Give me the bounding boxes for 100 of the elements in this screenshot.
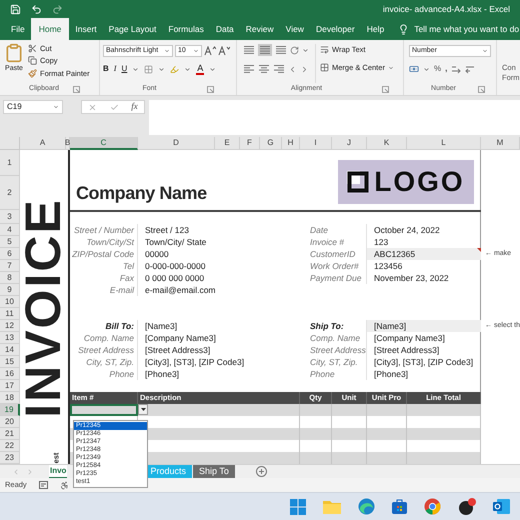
currency-icon[interactable]: [409, 64, 419, 74]
caret-icon[interactable]: [209, 66, 216, 72]
ribbon-tab[interactable]: Home: [30, 18, 70, 40]
column-header[interactable]: H: [282, 137, 300, 150]
column-header[interactable]: D: [138, 137, 215, 150]
align-bottom-icon[interactable]: [275, 45, 287, 55]
macro-record-icon[interactable]: [38, 481, 48, 489]
cancel-icon[interactable]: [88, 102, 98, 112]
dialog-launcher-icon[interactable]: [382, 86, 390, 92]
next-sheet-icon[interactable]: [26, 468, 34, 476]
ribbon-tab[interactable]: Insert: [69, 18, 103, 40]
orientation-icon[interactable]: [290, 46, 299, 54]
align-right-icon[interactable]: [273, 64, 285, 74]
row-header[interactable]: 16: [0, 368, 20, 380]
row-header[interactable]: 2: [0, 176, 20, 210]
percent-button[interactable]: %: [434, 63, 442, 75]
row-header[interactable]: 7: [0, 260, 20, 272]
ribbon-tab[interactable]: View: [280, 18, 310, 40]
sheet-tab[interactable]: Invo: [49, 464, 68, 478]
ribbon-tab[interactable]: Review: [240, 18, 280, 40]
decrease-decimal-icon[interactable]: [465, 64, 476, 74]
row-header[interactable]: 21: [0, 428, 20, 440]
add-sheet-icon[interactable]: [256, 466, 267, 477]
row-header[interactable]: 15: [0, 356, 20, 368]
column-header[interactable]: E: [215, 137, 240, 150]
caret-icon[interactable]: [132, 66, 140, 72]
column-header[interactable]: M: [481, 137, 520, 150]
row-header[interactable]: 23: [0, 452, 20, 464]
column-header[interactable]: I: [300, 137, 332, 150]
caret-icon[interactable]: [158, 66, 166, 72]
comma-button[interactable]: ,: [445, 63, 448, 75]
row-header[interactable]: 8: [0, 272, 20, 284]
align-top-icon[interactable]: [243, 45, 255, 55]
column-header[interactable]: A: [20, 137, 66, 150]
row-header[interactable]: 19: [0, 404, 20, 416]
caret-icon[interactable]: [184, 66, 192, 72]
caret-icon[interactable]: [423, 66, 430, 72]
selected-cell[interactable]: [70, 404, 138, 416]
ribbon-tab[interactable]: File: [5, 18, 31, 40]
row-header[interactable]: 18: [0, 392, 20, 404]
increase-decimal-icon[interactable]: [451, 64, 462, 74]
windows-logo-icon[interactable]: [290, 498, 306, 514]
shrink-font-icon[interactable]: [218, 46, 230, 56]
row-header[interactable]: 12: [0, 320, 20, 332]
ribbon-tab[interactable]: Help: [360, 18, 390, 40]
browser-wave-icon[interactable]: [358, 498, 375, 515]
cell-dropdown-button[interactable]: [138, 404, 148, 415]
column-header[interactable]: L: [407, 137, 481, 150]
ribbon-tab[interactable]: Data: [210, 18, 240, 40]
redo-icon[interactable]: [52, 4, 63, 14]
align-left-icon[interactable]: [243, 64, 255, 74]
row-header[interactable]: 13: [0, 332, 20, 344]
column-header[interactable]: C: [70, 137, 138, 150]
undo-icon[interactable]: [31, 4, 42, 14]
row-header[interactable]: 6: [0, 248, 20, 260]
row-header[interactable]: 22: [0, 440, 20, 452]
column-header[interactable]: K: [367, 137, 407, 150]
row-header[interactable]: 1: [0, 150, 20, 176]
ribbon-tab[interactable]: Page Layout: [102, 18, 162, 40]
insert-function-button[interactable]: fx: [131, 100, 138, 114]
caret-icon[interactable]: [302, 46, 309, 54]
dialog-launcher-icon[interactable]: [206, 86, 214, 92]
borders-icon[interactable]: [144, 64, 154, 74]
ribbon-tab[interactable]: Formulas: [162, 18, 210, 40]
column-header[interactable]: J: [332, 137, 367, 150]
bold-button[interactable]: B: [103, 63, 109, 75]
dialog-launcher-icon[interactable]: [72, 86, 80, 92]
decrease-indent-icon[interactable]: [288, 64, 297, 74]
row-header[interactable]: 20: [0, 416, 20, 428]
align-middle-icon[interactable]: [259, 45, 271, 55]
increase-indent-icon[interactable]: [300, 64, 309, 74]
store-bag-icon[interactable]: [392, 499, 407, 514]
save-icon[interactable]: [10, 4, 21, 14]
row-header[interactable]: 14: [0, 344, 20, 356]
app-badge-icon[interactable]: [458, 498, 476, 516]
row-header[interactable]: 17: [0, 380, 20, 392]
dialog-launcher-icon[interactable]: [478, 86, 485, 92]
row-header[interactable]: 9: [0, 284, 20, 296]
underline-button[interactable]: U: [121, 63, 128, 75]
ribbon-tab[interactable]: Developer: [310, 18, 361, 40]
accessibility-icon[interactable]: [60, 480, 69, 490]
sheet-tab[interactable]: Ship To: [192, 464, 235, 478]
column-header[interactable]: F: [240, 137, 260, 150]
grow-font-icon[interactable]: [204, 46, 216, 56]
enter-icon[interactable]: [110, 102, 119, 112]
italic-button[interactable]: I: [114, 63, 116, 75]
align-center-icon[interactable]: [258, 64, 270, 74]
row-header[interactable]: 5: [0, 236, 20, 248]
name-box[interactable]: C19: [3, 100, 63, 114]
column-header[interactable]: G: [260, 137, 282, 150]
mail-app-icon[interactable]: [493, 499, 510, 514]
row-header[interactable]: 4: [0, 224, 20, 236]
font-color-button[interactable]: A: [196, 64, 204, 74]
tell-me-button[interactable]: Tell me what you want to do: [398, 18, 520, 40]
row-header[interactable]: 3: [0, 210, 20, 224]
formula-input[interactable]: [149, 100, 520, 135]
previous-sheet-icon[interactable]: [12, 468, 20, 476]
row-header[interactable]: 11: [0, 308, 20, 320]
chrome-icon[interactable]: [424, 498, 441, 515]
row-header[interactable]: 10: [0, 296, 20, 308]
